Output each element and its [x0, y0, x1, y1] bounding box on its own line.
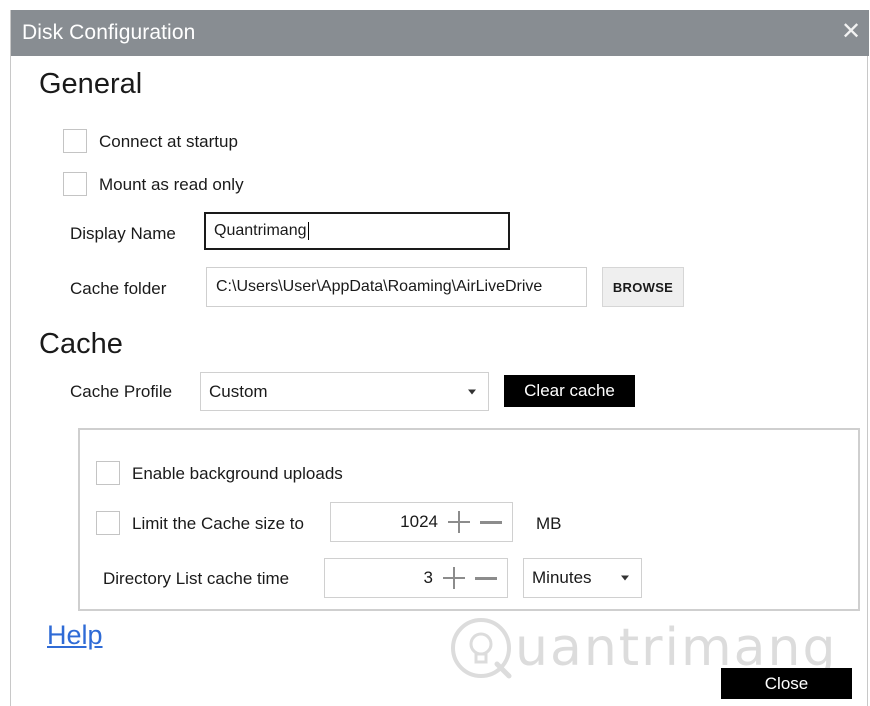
- cache-size-value: 1024: [400, 512, 438, 531]
- connect-at-startup-label: Connect at startup: [99, 132, 238, 151]
- limit-cache-size-checkbox[interactable]: [96, 511, 120, 535]
- cache-time-unit-value: Minutes: [532, 568, 592, 587]
- mount-read-only-label: Mount as read only: [99, 175, 244, 194]
- background-uploads-checkbox[interactable]: [96, 461, 120, 485]
- cache-profile-value: Custom: [209, 381, 268, 401]
- cache-folder-value: C:\Users\User\AppData\Roaming\AirLiveDri…: [216, 278, 543, 295]
- directory-list-cache-time-label: Directory List cache time: [103, 569, 290, 588]
- cache-heading: Cache: [39, 328, 123, 360]
- directory-cache-time-value: 3: [423, 568, 433, 587]
- minus-icon[interactable]: [475, 567, 497, 589]
- clear-cache-button[interactable]: Clear cache: [504, 375, 635, 407]
- limit-cache-size-label: Limit the Cache size to: [132, 514, 304, 533]
- plus-icon[interactable]: [443, 567, 465, 589]
- general-heading: General: [39, 68, 143, 100]
- cache-options-group: Enable background uploads Limit the Cach…: [78, 428, 860, 611]
- close-icon[interactable]: ✕: [837, 16, 865, 48]
- close-button[interactable]: Close: [721, 668, 852, 699]
- cache-profile-label: Cache Profile: [70, 382, 173, 401]
- lightbulb-icon: [451, 618, 512, 679]
- browse-button[interactable]: BROWSE: [602, 267, 684, 307]
- cache-profile-select[interactable]: Custom: [200, 372, 489, 411]
- plus-icon[interactable]: [448, 511, 470, 533]
- display-name-label: Display Name: [70, 224, 176, 243]
- help-link[interactable]: Help: [47, 620, 103, 651]
- title-bar: Disk Configuration ✕: [11, 10, 869, 56]
- text-caret: [307, 222, 309, 240]
- cache-size-stepper[interactable]: 1024: [330, 502, 513, 542]
- display-name-value: Quantrimang: [214, 222, 307, 239]
- cache-folder-input[interactable]: C:\Users\User\AppData\Roaming\AirLiveDri…: [206, 267, 587, 307]
- cache-time-unit-select[interactable]: Minutes: [523, 558, 642, 598]
- disk-configuration-dialog: Disk Configuration ✕ General Connect at …: [10, 10, 869, 706]
- directory-cache-time-stepper[interactable]: 3: [324, 558, 508, 598]
- chevron-down-icon: [468, 389, 476, 394]
- cache-folder-label: Cache folder: [70, 279, 167, 298]
- connect-at-startup-checkbox[interactable]: [63, 129, 87, 153]
- chevron-down-icon: [621, 575, 629, 581]
- background-uploads-label: Enable background uploads: [132, 464, 343, 483]
- mount-read-only-checkbox[interactable]: [63, 172, 87, 196]
- display-name-input[interactable]: Quantrimang: [204, 212, 510, 250]
- cache-size-unit: MB: [536, 514, 562, 533]
- window-title: Disk Configuration: [22, 21, 196, 44]
- minus-icon[interactable]: [480, 511, 502, 533]
